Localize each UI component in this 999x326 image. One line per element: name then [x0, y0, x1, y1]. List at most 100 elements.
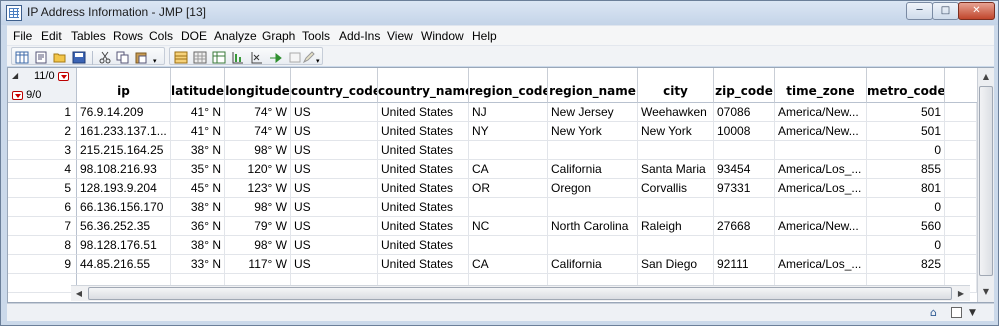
table-cell[interactable]: Corvallis [638, 179, 714, 198]
table-cell[interactable] [469, 141, 548, 160]
column-header-region-code[interactable]: region_code [469, 68, 548, 103]
menu-analyze[interactable]: Analyze [214, 29, 257, 43]
table-cell[interactable]: Santa Maria [638, 160, 714, 179]
table-cell[interactable]: 92111 [714, 255, 775, 274]
table-cell[interactable]: United States [378, 236, 469, 255]
layout-dropdown-icon[interactable]: ▼ [969, 308, 976, 318]
table-cell[interactable]: US [291, 179, 378, 198]
table-cell[interactable]: California [548, 255, 638, 274]
table-cell[interactable]: 56.36.252.35 [77, 217, 171, 236]
column-header-ip[interactable]: ip [77, 68, 171, 103]
table-cell[interactable] [548, 198, 638, 217]
table-cell[interactable]: 128.193.9.204 [77, 179, 171, 198]
table-cell[interactable]: 855 [867, 160, 945, 179]
table-cell[interactable]: 98° W [225, 198, 291, 217]
table-cell[interactable]: Weehawken [638, 103, 714, 122]
column-header-country-code[interactable]: country_code [291, 68, 378, 103]
table-cell[interactable]: 79° W [225, 217, 291, 236]
table-cell[interactable]: 560 [867, 217, 945, 236]
scroll-right-icon[interactable]: ▶ [953, 286, 969, 302]
vertical-scroll-thumb[interactable] [979, 86, 993, 276]
table-cell[interactable]: 07086 [714, 103, 775, 122]
table-cell[interactable] [714, 198, 775, 217]
layout-toggle-icon[interactable] [951, 307, 962, 318]
menu-view[interactable]: View [387, 29, 413, 43]
paste-icon[interactable] [134, 51, 148, 64]
table-cell[interactable]: San Diego [638, 255, 714, 274]
table-cell[interactable]: United States [378, 255, 469, 274]
table-cell[interactable] [548, 236, 638, 255]
row-number[interactable]: 5 [8, 179, 77, 198]
table-cell[interactable] [775, 198, 867, 217]
cut-icon[interactable] [98, 51, 112, 64]
table-cell[interactable] [548, 141, 638, 160]
table-cell[interactable] [945, 122, 977, 141]
scroll-left-icon[interactable]: ◀ [71, 286, 87, 302]
table-cell[interactable]: United States [378, 217, 469, 236]
table-cell[interactable] [945, 141, 977, 160]
table-cell[interactable] [775, 236, 867, 255]
row-number[interactable]: 4 [8, 160, 77, 179]
table-cell[interactable]: 123° W [225, 179, 291, 198]
table-cell[interactable]: NY [469, 122, 548, 141]
table-cell[interactable]: 44.85.216.55 [77, 255, 171, 274]
table-cell[interactable]: 98° W [225, 141, 291, 160]
column-header-country-name[interactable]: country_name [378, 68, 469, 103]
table-cell[interactable] [775, 141, 867, 160]
table-cell[interactable]: 27668 [714, 217, 775, 236]
table-cell[interactable]: 66.136.156.170 [77, 198, 171, 217]
table-cell[interactable]: 74° W [225, 122, 291, 141]
table-cell[interactable]: United States [378, 160, 469, 179]
chart-icon[interactable] [231, 51, 245, 64]
home-icon[interactable]: ⌂ [930, 306, 937, 319]
menu-graph[interactable]: Graph [262, 29, 295, 43]
fit-icon[interactable] [269, 51, 283, 64]
table-cell[interactable]: US [291, 103, 378, 122]
table-cell[interactable]: New York [638, 122, 714, 141]
table-cell[interactable]: 825 [867, 255, 945, 274]
toolbar-overflow-icon[interactable]: ▾ [316, 57, 320, 65]
table-cell[interactable]: US [291, 160, 378, 179]
table-cell[interactable]: 161.233.137.1... [77, 122, 171, 141]
table-cell[interactable] [945, 160, 977, 179]
table-cell[interactable]: 117° W [225, 255, 291, 274]
minimize-button[interactable]: ─ [906, 2, 933, 20]
corner-triangle-icon[interactable]: ◢ [12, 71, 18, 80]
row-number[interactable]: 6 [8, 198, 77, 217]
menu-rows[interactable]: Rows [113, 29, 143, 43]
new-script-icon[interactable] [34, 51, 48, 64]
annotate-icon[interactable] [288, 51, 302, 64]
table-cell[interactable]: 38° N [171, 198, 225, 217]
row-number[interactable]: 2 [8, 122, 77, 141]
table-cell[interactable]: 98° W [225, 236, 291, 255]
table-cell[interactable] [714, 236, 775, 255]
open-icon[interactable] [53, 51, 67, 64]
maximize-button[interactable]: □ [932, 2, 959, 20]
vertical-scrollbar[interactable]: ▲ ▼ [977, 68, 994, 302]
scroll-up-icon[interactable]: ▲ [978, 69, 994, 85]
table-cell[interactable]: United States [378, 122, 469, 141]
table-cell[interactable]: 45° N [171, 179, 225, 198]
scroll-down-icon[interactable]: ▼ [978, 284, 994, 300]
table-cell[interactable]: 98.108.216.93 [77, 160, 171, 179]
save-icon[interactable] [72, 51, 86, 64]
table-cell[interactable]: California [548, 160, 638, 179]
column-header-region-name[interactable]: region_name [548, 68, 638, 103]
horizontal-scroll-thumb[interactable] [88, 287, 952, 300]
table-cell[interactable]: America/Los_... [775, 160, 867, 179]
column-header-longitude[interactable]: longitude [225, 68, 291, 103]
column-header-city[interactable]: city [638, 68, 714, 103]
new-table-icon[interactable] [15, 51, 29, 64]
menu-edit[interactable]: Edit [41, 29, 62, 43]
table-cell[interactable]: America/Los_... [775, 179, 867, 198]
toolbar-overflow-icon[interactable]: ▾ [153, 57, 157, 65]
table-cell[interactable]: 38° N [171, 236, 225, 255]
row-number[interactable]: 7 [8, 217, 77, 236]
row-number[interactable]: 3 [8, 141, 77, 160]
table-cell[interactable]: US [291, 122, 378, 141]
menu-window[interactable]: Window [421, 29, 464, 43]
menu-tools[interactable]: Tools [302, 29, 330, 43]
table-cell[interactable]: 10008 [714, 122, 775, 141]
table-cell[interactable] [638, 236, 714, 255]
table-cell[interactable] [638, 198, 714, 217]
